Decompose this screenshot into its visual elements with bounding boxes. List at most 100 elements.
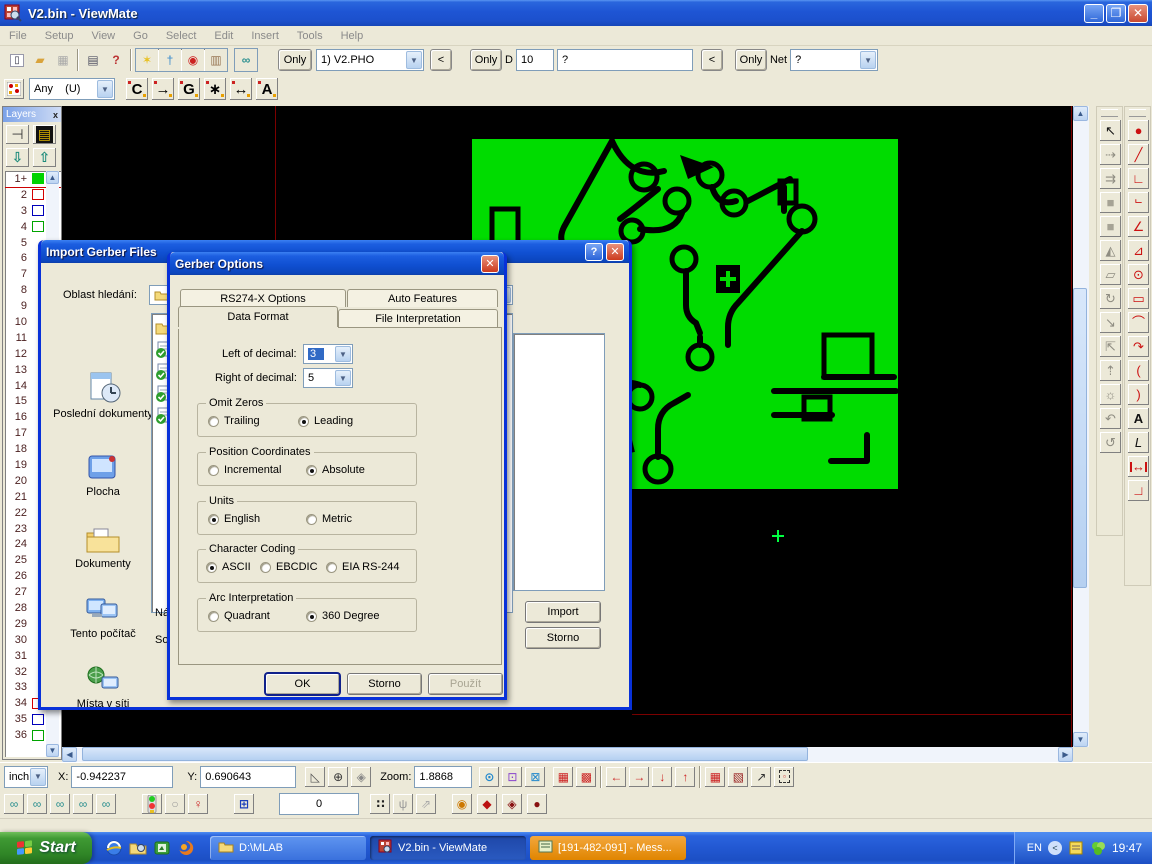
import-close-icon[interactable]: ✕ [606,243,624,261]
tool-undo-icon[interactable]: ↶ [1099,407,1122,430]
dcode-letter-button-1[interactable]: → [151,77,175,101]
tool-mirror-icon[interactable]: ◭ [1099,239,1122,262]
place-recent[interactable]: Poslední dokumenty [51,371,155,420]
tool-group-select-icon[interactable]: ↺ [1099,431,1122,454]
start-button[interactable]: Start [0,832,92,864]
maximize-button[interactable]: ❐ [1106,4,1126,23]
angle-measure-icon[interactable]: ◺ [304,766,326,788]
vscroll-thumb[interactable] [1073,288,1087,588]
dcode-letter-button-3[interactable]: ∗ [203,77,227,101]
import-help-icon[interactable]: ? [585,243,603,261]
layers-panel-titlebar[interactable]: Layers x [3,107,61,122]
view-pads-icon[interactable]: ∞ [3,793,25,815]
only-dcode-button[interactable]: Only [470,49,502,71]
only-net-button[interactable]: Only [735,49,767,71]
tool-move-items-icon[interactable]: ⇉ [1099,167,1122,190]
gerber-dialog-titlebar[interactable]: Gerber Options ✕ [170,252,504,275]
pan-up-icon[interactable]: ↑ [674,766,696,788]
film-colors-icon[interactable]: ▥ [205,49,227,71]
gerber-close-icon[interactable]: ✕ [481,255,499,273]
radio-english[interactable]: English [208,513,260,525]
place-desktop[interactable]: Plocha [51,453,155,498]
quicklaunch-internet-explorer-icon[interactable] [104,838,124,858]
zoom-select-icon[interactable]: ⊠ [524,766,546,788]
quicklaunch-search-folder-icon[interactable] [128,838,148,858]
tool-copy-move-icon[interactable]: ⇢ [1099,143,1122,166]
zoom-in-icon[interactable]: ⊙ [478,766,500,788]
quicklaunch-green-book-icon[interactable] [152,838,172,858]
layer-color-swatch[interactable] [32,221,44,232]
radio-leading[interactable]: Leading [298,415,353,427]
import-cancel-button[interactable]: Storno [525,627,601,649]
grid-value-field[interactable]: 0 [279,793,359,815]
context-help-icon[interactable]: ? [105,49,127,71]
menu-view[interactable]: View [82,28,124,44]
left-decimal-combo[interactable]: 3 ▼ [303,344,353,364]
clock[interactable]: 19:47 [1112,841,1142,855]
dcode-letter-button-5[interactable]: A [255,77,279,101]
grid-remove-icon[interactable]: ▧ [727,766,749,788]
menu-help[interactable]: Help [332,28,373,44]
taskbar-task-1[interactable]: V2.bin - ViewMate [370,836,526,860]
radio-ascii[interactable]: ASCII [206,561,251,573]
diamond-pad-icon[interactable]: ◆ [476,793,498,815]
pan-right-icon[interactable]: → [628,766,650,788]
diamond-alt-icon[interactable]: ◈ [501,793,523,815]
net-combo[interactable]: ? ▼ [790,49,878,71]
tool-pad-dot-icon[interactable]: ● [1127,119,1150,142]
palette-handle[interactable] [1101,109,1118,117]
tool-square-fill-icon[interactable]: ■ [1099,191,1122,214]
layer-table-icon[interactable]: ▤ [32,124,57,145]
scroll-left-icon[interactable]: ◀ [62,747,77,762]
right-decimal-combo[interactable]: 5 ▼ [303,368,353,388]
tool-arc-icon[interactable]: ⌒ [1127,311,1150,334]
menu-go[interactable]: Go [124,28,157,44]
radio-metric[interactable]: Metric [306,513,352,525]
quicklaunch-firefox-icon[interactable] [176,838,196,858]
tool-angle-arc-icon[interactable]: ∠ [1127,215,1150,238]
tray-clover-icon[interactable] [1090,840,1106,856]
prev-net-button[interactable]: < [701,49,723,71]
dcode-letter-button-2[interactable]: G [177,77,201,101]
dcode-letter-button-0[interactable]: C [125,77,149,101]
dcode-query-input[interactable]: ? [557,49,693,71]
layer-scroll-down-icon[interactable]: ▼ [46,744,59,757]
dcode-input[interactable]: 10 [516,49,554,71]
glasses-view-icon[interactable]: ∞ [235,49,257,71]
view-sketch-icon[interactable]: ∞ [95,793,117,815]
tool-line-icon[interactable]: ╱ [1127,143,1150,166]
cancel-button[interactable]: Storno [347,673,422,695]
target-snap-icon[interactable]: ◉ [182,49,204,71]
pan-left-icon[interactable]: ← [605,766,627,788]
pan-down-icon[interactable]: ↓ [651,766,673,788]
layer-color-swatch[interactable] [32,714,44,725]
layer-color-swatch[interactable] [32,173,44,184]
scroll-down-icon[interactable]: ▼ [1073,732,1088,747]
tool-pointer-icon[interactable]: ↖ [1099,119,1122,142]
layer-scroll-up-icon[interactable]: ▲ [46,171,59,184]
hscroll-thumb[interactable] [82,747,808,761]
menu-edit[interactable]: Edit [205,28,242,44]
canvas-vscrollbar[interactable]: ▲ ▼ [1073,106,1089,747]
dcode-filter-arrow-icon[interactable]: ▼ [97,80,113,98]
tool-triangle-icon[interactable]: ⊿ [1127,239,1150,262]
close-button[interactable]: ✕ [1128,4,1148,23]
canvas-hscrollbar[interactable]: ◀ ▶ [62,747,1073,763]
move-layer-down-icon[interactable]: ⇩ [5,147,30,168]
tool-corner-down-icon[interactable]: ∟ [1127,479,1150,502]
net-combo-arrow-icon[interactable]: ▼ [860,51,876,69]
menu-insert[interactable]: Insert [242,28,288,44]
place-documents[interactable]: Dokumenty [51,525,155,570]
new-file-icon[interactable]: ▯ [6,49,28,71]
menu-setup[interactable]: Setup [36,28,83,44]
right-decimal-arrow-icon[interactable]: ▼ [335,370,351,386]
menu-select[interactable]: Select [157,28,206,44]
zoom-window-icon[interactable]: ⊡ [501,766,523,788]
tool-corner-trace-icon[interactable]: ⌐ [1127,191,1150,214]
drag-dashed-icon[interactable]: ⇗ [415,793,437,815]
tool-dimension-icon[interactable]: ↔ [1127,455,1150,478]
view-blocks-icon[interactable]: ∞ [49,793,71,815]
tool-curve-small-icon[interactable]: ) [1127,383,1150,406]
tool-arc-small-icon[interactable]: ( [1127,359,1150,382]
tool-square-fill2-icon[interactable]: ■ [1099,215,1122,238]
